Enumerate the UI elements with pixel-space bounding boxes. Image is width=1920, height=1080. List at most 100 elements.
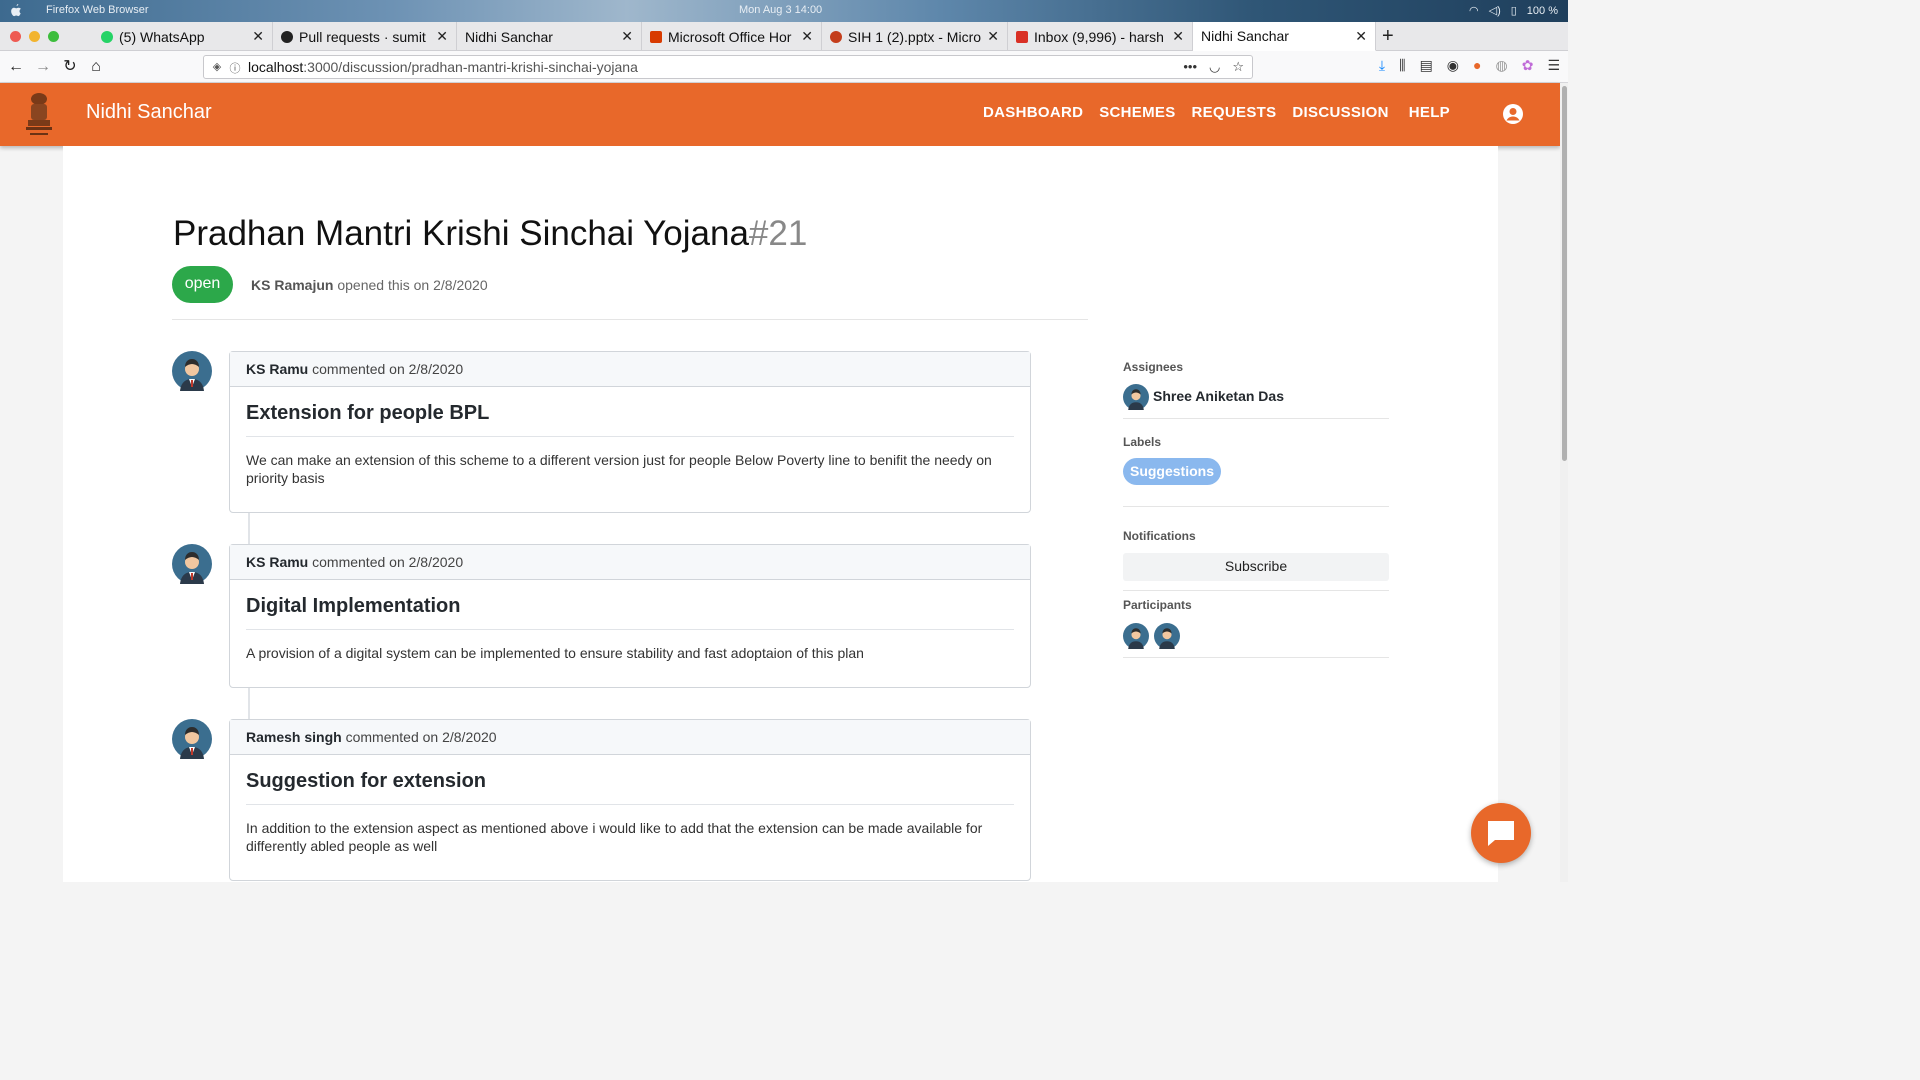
extension-icon[interactable]: ✿ bbox=[1522, 57, 1534, 74]
apple-icon[interactable] bbox=[10, 4, 22, 17]
extension-icon[interactable]: ◍ bbox=[1495, 57, 1507, 74]
browser-tab-active[interactable]: Nidhi Sanchar ✕ bbox=[1193, 22, 1376, 51]
close-icon[interactable]: ✕ bbox=[801, 28, 813, 45]
status-badge: open bbox=[172, 266, 233, 303]
comment-title: Extension for people BPL bbox=[246, 402, 1014, 437]
wifi-icon[interactable]: ◠ bbox=[1469, 4, 1479, 17]
back-icon[interactable]: ← bbox=[6, 57, 26, 77]
close-icon[interactable]: ✕ bbox=[621, 28, 633, 45]
divider bbox=[172, 319, 1088, 320]
main-nav: DASHBOARD SCHEMES REQUESTS DISCUSSION HE… bbox=[983, 104, 1450, 121]
notifications-heading: Notifications bbox=[1123, 529, 1196, 543]
participant-avatar[interactable] bbox=[1154, 623, 1180, 649]
extension-icon[interactable]: ● bbox=[1473, 57, 1481, 74]
app-header: Nidhi Sanchar DASHBOARD SCHEMES REQUESTS… bbox=[0, 83, 1560, 146]
info-icon[interactable]: ⓘ bbox=[228, 60, 242, 75]
brand-name[interactable]: Nidhi Sanchar bbox=[86, 101, 212, 124]
issue-title: Pradhan Mantri Krishi Sinchai Yojana#21 bbox=[173, 214, 808, 253]
toolbar-icons: ⤓ ⫼ ▤ ◉ ● ◍ ✿ ☰ bbox=[1379, 57, 1560, 74]
shield-icon[interactable]: ◈ bbox=[210, 60, 224, 74]
whatsapp-icon bbox=[101, 30, 113, 43]
close-icon[interactable]: ✕ bbox=[436, 28, 448, 45]
new-tab-button[interactable]: + bbox=[1382, 25, 1394, 48]
nav-schemes[interactable]: SCHEMES bbox=[1099, 104, 1175, 121]
assignee-name[interactable]: Shree Aniketan Das bbox=[1153, 388, 1284, 404]
browser-tab[interactable]: Pull requests · sumit ✕ bbox=[273, 22, 457, 51]
home-icon[interactable]: ⌂ bbox=[86, 57, 106, 77]
label-badge[interactable]: Suggestions bbox=[1123, 458, 1221, 485]
close-window-icon[interactable] bbox=[10, 31, 21, 42]
comment-title: Suggestion for extension bbox=[246, 770, 1014, 805]
nav-discussion[interactable]: DISCUSSION bbox=[1292, 104, 1388, 121]
close-icon[interactable]: ✕ bbox=[1355, 28, 1367, 45]
browser-tab[interactable]: (5) WhatsApp ✕ bbox=[93, 22, 273, 51]
divider bbox=[1123, 418, 1389, 419]
maximize-window-icon[interactable] bbox=[48, 31, 59, 42]
avatar[interactable] bbox=[172, 351, 212, 391]
download-icon[interactable]: ⤓ bbox=[1379, 57, 1385, 74]
browser-tab[interactable]: Inbox (9,996) - harsh ✕ bbox=[1008, 22, 1193, 51]
participants-heading: Participants bbox=[1123, 598, 1192, 612]
comment-body: We can make an extension of this scheme … bbox=[246, 452, 992, 486]
battery-percent: 100 % bbox=[1526, 4, 1558, 17]
close-icon[interactable]: ✕ bbox=[987, 28, 999, 45]
system-tray[interactable]: ◠ ◁) ▯ 100 % bbox=[1469, 4, 1558, 18]
url-path: :3000/discussion/pradhan-mantri-krishi-s… bbox=[303, 59, 638, 75]
national-emblem-logo[interactable] bbox=[22, 91, 56, 139]
volume-icon[interactable]: ◁) bbox=[1489, 4, 1501, 17]
close-icon[interactable]: ✕ bbox=[252, 28, 264, 45]
menu-icon[interactable]: ☰ bbox=[1547, 57, 1560, 74]
browser-tab[interactable]: Nidhi Sanchar ✕ bbox=[457, 22, 642, 51]
system-clock[interactable]: Mon Aug 3 14:00 bbox=[739, 4, 822, 16]
account-icon[interactable] bbox=[1502, 103, 1524, 125]
avatar[interactable] bbox=[172, 544, 212, 584]
comment-author[interactable]: KS Ramu bbox=[246, 361, 308, 377]
chat-button[interactable] bbox=[1471, 803, 1531, 863]
avatar[interactable] bbox=[1123, 384, 1149, 410]
active-app-name[interactable]: Firefox Web Browser bbox=[46, 4, 149, 16]
pocket-icon[interactable]: ◡ bbox=[1209, 59, 1220, 75]
nav-requests[interactable]: REQUESTS bbox=[1192, 104, 1277, 121]
github-icon bbox=[281, 30, 293, 43]
comment-card: KS Ramu commented on 2/8/2020 Digital Im… bbox=[229, 544, 1031, 688]
extension-icon[interactable]: ◉ bbox=[1447, 57, 1459, 74]
comment-author[interactable]: KS Ramu bbox=[246, 554, 308, 570]
close-icon[interactable]: ✕ bbox=[1172, 28, 1184, 45]
office-icon bbox=[650, 30, 662, 43]
labels-heading[interactable]: Labels bbox=[1123, 435, 1161, 449]
chat-icon bbox=[1488, 821, 1514, 846]
issue-author[interactable]: KS Ramajun bbox=[251, 277, 333, 293]
avatar[interactable] bbox=[172, 719, 212, 759]
sidebar-icon[interactable]: ▤ bbox=[1420, 57, 1433, 74]
comment-author[interactable]: Ramesh singh bbox=[246, 729, 342, 745]
browser-tab-strip: (5) WhatsApp ✕ Pull requests · sumit ✕ Nid… bbox=[0, 22, 1568, 51]
reload-icon[interactable]: ↻ bbox=[60, 57, 80, 77]
bookmark-star-icon[interactable]: ☆ bbox=[1232, 59, 1244, 75]
participant-avatar[interactable] bbox=[1123, 623, 1149, 649]
browser-tab[interactable]: Microsoft Office Hor ✕ bbox=[642, 22, 822, 51]
forward-icon[interactable]: → bbox=[33, 57, 53, 77]
library-icon[interactable]: ⫼ bbox=[1399, 57, 1405, 74]
comment-card: KS Ramu commented on 2/8/2020 Extension … bbox=[229, 351, 1031, 513]
divider bbox=[1123, 590, 1389, 591]
subscribe-button[interactable]: Subscribe bbox=[1123, 553, 1389, 581]
comment-title: Digital Implementation bbox=[246, 595, 1014, 630]
issue-opened-meta: KS Ramajun opened this on 2/8/2020 bbox=[251, 277, 488, 293]
page-actions-icon[interactable]: ••• bbox=[1183, 59, 1197, 75]
powerpoint-icon bbox=[830, 30, 842, 43]
battery-icon[interactable]: ▯ bbox=[1511, 4, 1517, 17]
scrollbar-thumb[interactable] bbox=[1562, 86, 1567, 461]
nav-help[interactable]: HELP bbox=[1409, 104, 1450, 121]
browser-tab[interactable]: SIH 1 (2).pptx - Micro ✕ bbox=[822, 22, 1008, 51]
minimize-window-icon[interactable] bbox=[29, 31, 40, 42]
comment-header: Ramesh singh commented on 2/8/2020 bbox=[230, 720, 1030, 755]
address-bar[interactable]: ◈ ⓘ localhost:3000/discussion/pradhan-ma… bbox=[203, 55, 1253, 79]
url-host: localhost bbox=[248, 59, 304, 75]
timeline-connector bbox=[248, 688, 250, 720]
divider bbox=[1123, 506, 1389, 507]
gmail-icon bbox=[1016, 30, 1028, 43]
issue-number: #21 bbox=[748, 214, 808, 253]
nav-dashboard[interactable]: DASHBOARD bbox=[983, 104, 1083, 121]
timeline-connector bbox=[248, 512, 250, 545]
assignees-heading[interactable]: Assignees bbox=[1123, 360, 1183, 374]
